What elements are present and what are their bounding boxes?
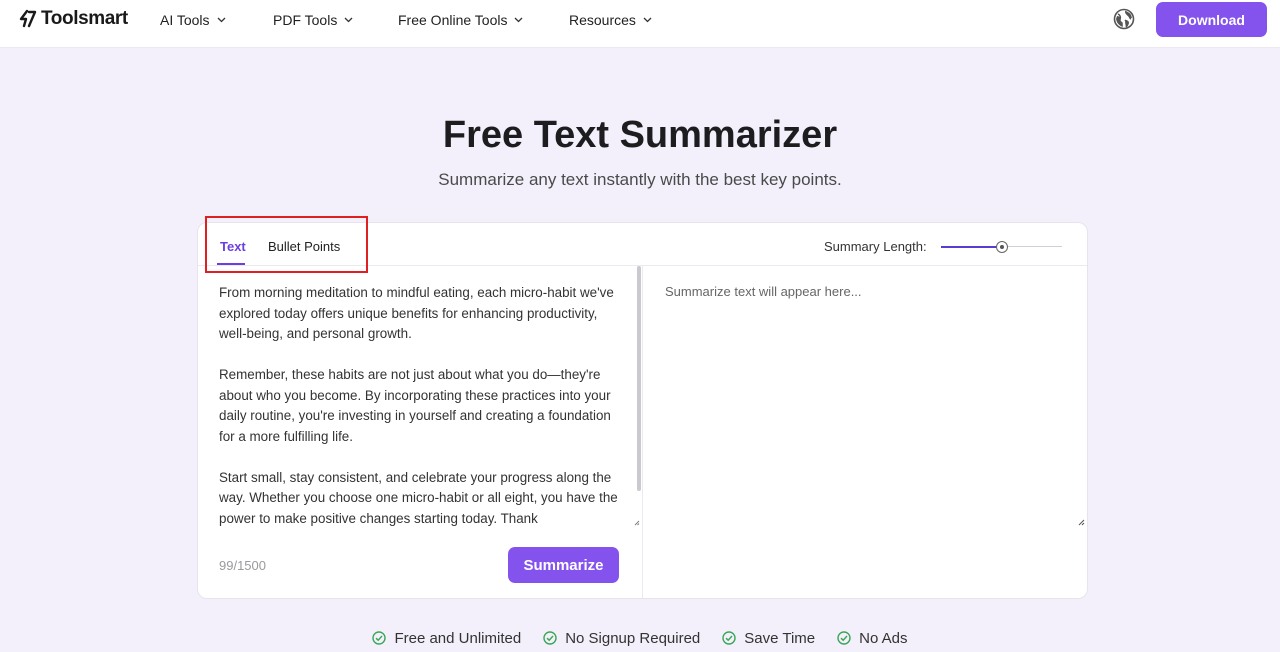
- feature-list: Free and Unlimited No Signup Required Sa…: [0, 628, 1280, 648]
- input-paragraph: From morning meditation to mindful eatin…: [219, 285, 614, 341]
- summary-length-slider[interactable]: [941, 241, 1062, 253]
- card-toolbar: Text Bullet Points Summary Length:: [198, 216, 1087, 273]
- chevron-down-icon: [643, 17, 652, 23]
- feature-label: No Ads: [859, 629, 908, 647]
- nav-resources-label: Resources: [569, 12, 636, 28]
- check-circle-icon: [837, 631, 851, 645]
- nav-ai-tools-label: AI Tools: [160, 12, 210, 28]
- chevron-down-icon: [217, 17, 226, 23]
- character-count: 99/1500: [219, 558, 266, 573]
- chevron-down-icon: [515, 17, 523, 23]
- page-title: Free Text Summarizer: [442, 114, 838, 156]
- nav-ai-tools[interactable]: AI Tools: [160, 11, 226, 29]
- check-circle-icon: [543, 631, 557, 645]
- page-subtitle: Summarize any text instantly with the be…: [438, 170, 842, 189]
- input-scrollbar[interactable]: [637, 266, 641, 491]
- feature-item: No Signup Required: [543, 628, 700, 648]
- nav-free-online-tools[interactable]: Free Online Tools: [398, 11, 523, 29]
- feature-item: Save Time: [722, 628, 815, 648]
- input-textarea[interactable]: From morning meditation to mindful eatin…: [219, 283, 619, 527]
- input-paragraph: Start small, stay consistent, and celebr…: [219, 469, 618, 526]
- slider-fill: [941, 246, 1002, 248]
- summary-length-label: Summary Length:: [824, 239, 927, 254]
- top-nav-bar: Toolsmart AI Tools PDF Tools Free Online…: [0, 0, 1280, 48]
- nav-free-online-tools-label: Free Online Tools: [398, 12, 508, 28]
- feature-label: No Signup Required: [565, 629, 701, 647]
- summarize-button[interactable]: Summarize: [508, 547, 619, 583]
- globe-icon[interactable]: [1113, 8, 1135, 30]
- logo-text: Toolsmart: [41, 8, 128, 29]
- panel-divider: [642, 266, 643, 598]
- tab-bullet-points[interactable]: Bullet Points: [268, 239, 340, 254]
- feature-label: Save Time: [744, 629, 816, 647]
- check-circle-icon: [372, 631, 387, 645]
- tab-text[interactable]: Text: [220, 239, 246, 254]
- nav-pdf-tools-label: PDF Tools: [273, 12, 338, 28]
- resize-handle-icon[interactable]: [634, 520, 640, 526]
- slider-handle[interactable]: [996, 241, 1008, 253]
- check-circle-icon: [722, 631, 736, 645]
- output-placeholder: Summarize text will appear here...: [665, 284, 862, 299]
- nav-pdf-tools[interactable]: PDF Tools: [273, 11, 353, 29]
- logo[interactable]: Toolsmart: [18, 8, 128, 30]
- input-paragraph: Remember, these habits are not just abou…: [219, 367, 611, 444]
- resize-handle-icon[interactable]: [1078, 519, 1085, 526]
- nav-resources[interactable]: Resources: [569, 11, 652, 29]
- slider-track: [1002, 246, 1062, 247]
- tab-active-indicator: [217, 263, 245, 265]
- summarizer-card: Text Bullet Points Summary Length: From …: [197, 216, 1088, 599]
- download-button[interactable]: Download: [1156, 2, 1267, 37]
- chevron-down-icon: [344, 17, 353, 23]
- logo-icon: [19, 9, 37, 28]
- feature-item: Free and Unlimited: [372, 628, 521, 648]
- feature-item: No Ads: [837, 628, 908, 648]
- feature-label: Free and Unlimited: [394, 629, 522, 647]
